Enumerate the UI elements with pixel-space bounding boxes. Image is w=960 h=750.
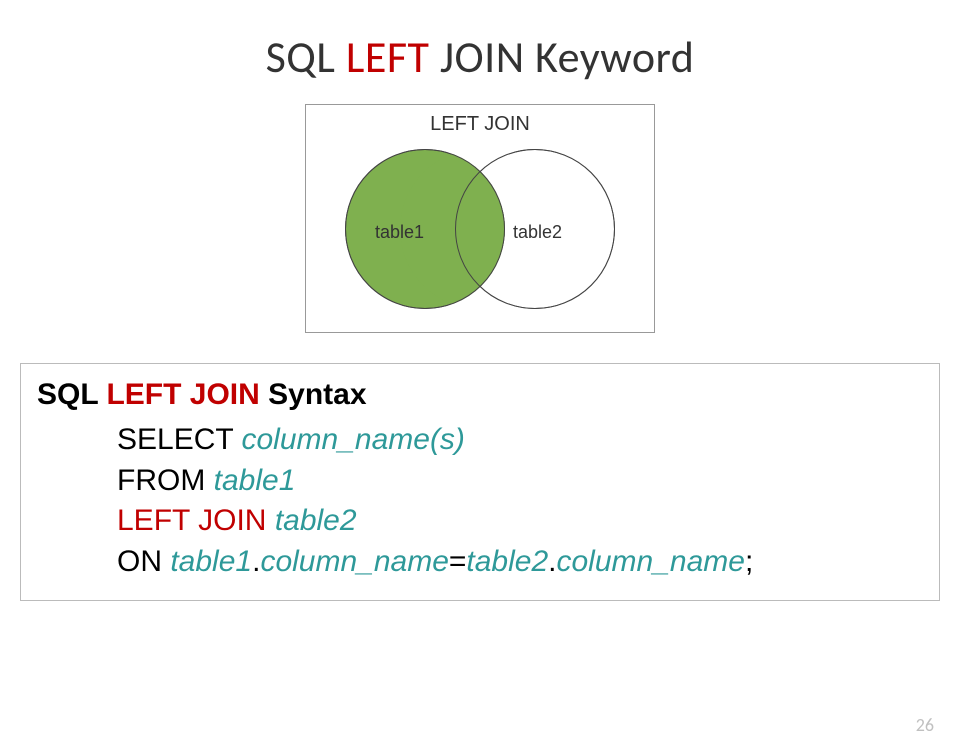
val-table1: table1 bbox=[214, 464, 296, 497]
kw-from: FROM bbox=[117, 464, 214, 497]
val-t2: table2 bbox=[466, 545, 548, 578]
venn-right-label: table2 bbox=[513, 222, 562, 243]
page-number: 26 bbox=[916, 714, 934, 736]
syntax-heading-highlight: LEFT JOIN bbox=[106, 378, 259, 411]
slide-title: SQL LEFT JOIN Keyword bbox=[0, 30, 960, 84]
semi: ; bbox=[745, 545, 753, 578]
kw-select: SELECT bbox=[117, 423, 242, 456]
venn-diagram: table1 table2 bbox=[335, 144, 625, 314]
syntax-heading-suffix: Syntax bbox=[260, 378, 367, 411]
syntax-line-from: FROM table1 bbox=[117, 461, 923, 502]
kw-on: ON bbox=[117, 545, 170, 578]
title-suffix: JOIN Keyword bbox=[430, 30, 695, 84]
syntax-heading: SQL LEFT JOIN Syntax bbox=[37, 378, 923, 412]
syntax-line-on: ON table1.column_name=table2.column_name… bbox=[117, 542, 923, 583]
val-col1: column_name bbox=[260, 545, 448, 578]
title-highlight: LEFT bbox=[346, 30, 430, 84]
syntax-box: SQL LEFT JOIN Syntax SELECT column_name(… bbox=[20, 363, 940, 601]
eq: = bbox=[449, 545, 467, 578]
syntax-line-select: SELECT column_name(s) bbox=[117, 420, 923, 461]
venn-left-label: table1 bbox=[375, 222, 424, 243]
syntax-line-leftjoin: LEFT JOIN table2 bbox=[117, 501, 923, 542]
venn-diagram-box: LEFT JOIN table1 table2 bbox=[305, 104, 655, 333]
val-table2: table2 bbox=[275, 504, 357, 537]
val-t1: table1 bbox=[170, 545, 252, 578]
dot2: . bbox=[548, 545, 556, 578]
title-prefix: SQL bbox=[266, 30, 346, 84]
venn-title: LEFT JOIN bbox=[316, 113, 644, 136]
val-columns: column_name(s) bbox=[242, 423, 465, 456]
kw-leftjoin: LEFT JOIN bbox=[117, 504, 275, 537]
syntax-heading-prefix: SQL bbox=[37, 378, 106, 411]
val-col2: column_name bbox=[557, 545, 745, 578]
